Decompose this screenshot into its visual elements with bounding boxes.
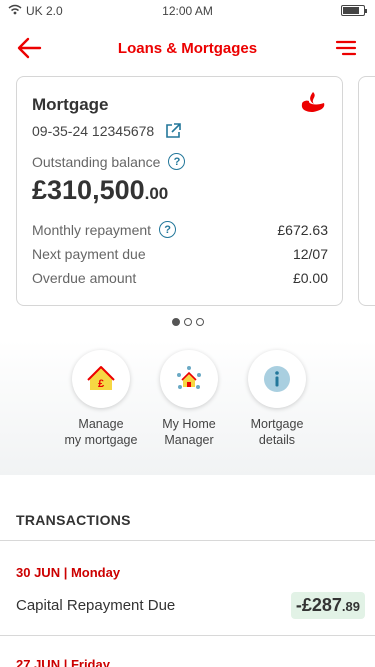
monthly-repayment-value: £672.63 bbox=[277, 221, 328, 238]
manage-mortgage-action[interactable]: £ Manage my mortgage bbox=[55, 350, 147, 448]
page-title: Loans & Mortgages bbox=[117, 40, 258, 57]
transaction-description[interactable]: Capital Repayment Due bbox=[16, 597, 175, 614]
battery-icon bbox=[341, 5, 367, 16]
account-number: 09-35-24 12345678 bbox=[32, 123, 155, 139]
action-label: My Home Manager bbox=[162, 417, 216, 447]
my-home-manager-action[interactable]: My Home Manager bbox=[143, 350, 235, 448]
next-payment-value: 12/07 bbox=[292, 246, 328, 262]
mortgage-card[interactable]: Mortgage 09-35-24 12345678 Outstanding b… bbox=[16, 76, 343, 306]
action-circle: £ bbox=[72, 350, 130, 408]
status-bar: UK 2.0 12:00 AM bbox=[0, 0, 375, 22]
balance-label-row: Outstanding balance ? bbox=[32, 153, 186, 170]
next-payment-label: Next payment due bbox=[32, 246, 146, 262]
amount-main: -£287 bbox=[295, 595, 342, 615]
card-title: Mortgage bbox=[32, 95, 109, 114]
transaction-date: 30 JUN | Monday bbox=[16, 565, 121, 580]
action-label: Manage my mortgage bbox=[64, 417, 138, 447]
carousel-pagination bbox=[0, 318, 375, 326]
account-row: 09-35-24 12345678 bbox=[32, 122, 182, 140]
external-link-icon[interactable] bbox=[164, 122, 182, 140]
next-card-peek[interactable] bbox=[358, 76, 375, 306]
house-pound-icon: £ bbox=[87, 366, 115, 390]
info-icon bbox=[264, 366, 290, 392]
action-circle bbox=[160, 350, 218, 408]
transactions-heading: TRANSACTIONS bbox=[16, 512, 131, 528]
transaction-date: 27 JUN | Friday bbox=[16, 657, 110, 667]
monthly-repayment-label: Monthly repayment bbox=[32, 221, 152, 238]
info-icon[interactable]: ? bbox=[159, 221, 177, 238]
divider bbox=[0, 635, 375, 636]
svg-text:£: £ bbox=[98, 378, 104, 390]
divider bbox=[0, 540, 375, 541]
status-time: 12:00 AM bbox=[162, 4, 213, 18]
overdue-value: £0.00 bbox=[292, 270, 328, 286]
amount-pence: .89 bbox=[341, 599, 360, 614]
quick-actions: £ Manage my mortgage My Home Manager Mor… bbox=[0, 340, 375, 475]
overdue-label: Overdue amount bbox=[32, 270, 137, 286]
battery-level bbox=[343, 7, 359, 14]
mortgage-details-action[interactable]: Mortgage details bbox=[231, 350, 323, 448]
santander-flame-logo bbox=[301, 92, 325, 112]
pagination-dot[interactable] bbox=[171, 318, 180, 326]
next-payment-row: Next payment due 12/07 bbox=[32, 246, 328, 262]
outstanding-balance: £310,500.00 bbox=[32, 175, 168, 206]
action-circle bbox=[248, 350, 306, 408]
balance-label: Outstanding balance bbox=[32, 153, 161, 170]
balance-main: £310,500 bbox=[32, 175, 145, 205]
home-network-icon bbox=[177, 366, 201, 389]
transaction-amount[interactable]: -£287.89 bbox=[290, 592, 365, 619]
menu-icon bbox=[335, 40, 357, 56]
menu-button[interactable] bbox=[335, 38, 357, 58]
pagination-dot[interactable] bbox=[183, 318, 192, 326]
app-header: Loans & Mortgages bbox=[0, 22, 375, 76]
overdue-row: Overdue amount £0.00 bbox=[32, 270, 328, 286]
monthly-repayment-row: Monthly repayment? £672.63 bbox=[32, 221, 328, 238]
info-icon[interactable]: ? bbox=[168, 153, 186, 170]
pagination-dot[interactable] bbox=[195, 318, 204, 326]
balance-pence: .00 bbox=[144, 184, 169, 203]
action-label: Mortgage details bbox=[250, 417, 304, 447]
